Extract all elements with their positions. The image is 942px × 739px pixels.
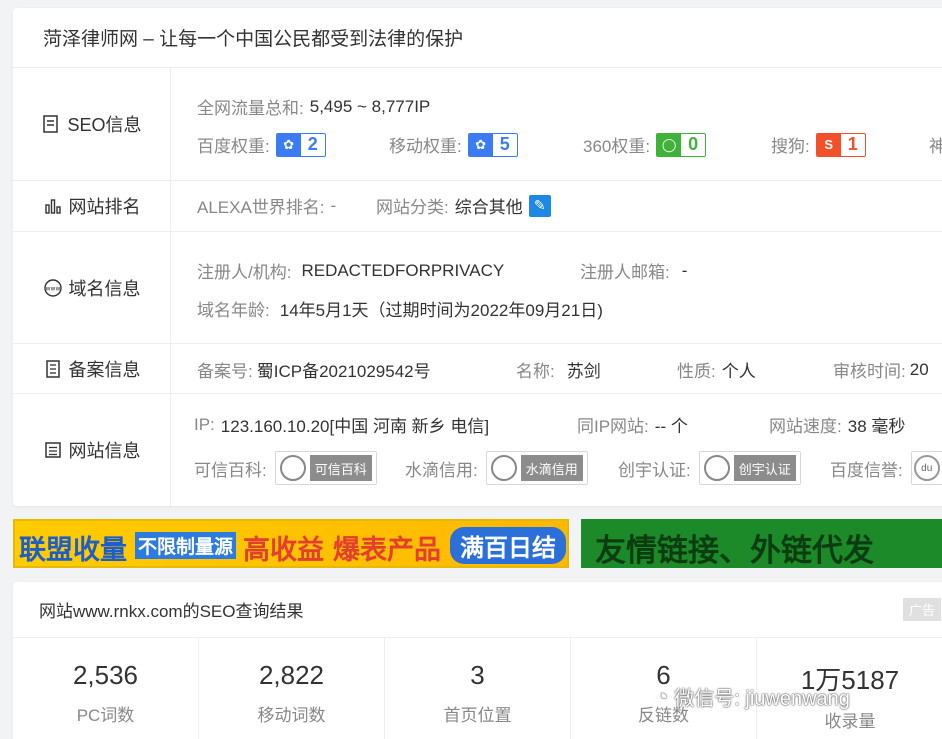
paw-icon: ✿ bbox=[276, 133, 301, 156]
icp-row: 备案信息 备案号: 蜀ICP备2021029542号 名称: 苏剑 性质: 个人… bbox=[13, 344, 942, 394]
domain-age-line: 域名年龄: 14年5月1天（过期时间为2022年09月21日) bbox=[197, 301, 603, 320]
s360-weight-badge[interactable]: ◯ 0 bbox=[656, 132, 707, 157]
wechat-icon: ◔ bbox=[655, 683, 669, 709]
ad-left-text-a: 联盟收量 bbox=[19, 535, 127, 565]
stat-homepage-position[interactable]: 3 首页位置 bbox=[385, 638, 571, 739]
site-info-card: 菏泽律师网 – 让每一个中国公民都受到法律的保护 SEO信息 全网流量总和: 5… bbox=[13, 8, 942, 506]
record-icon bbox=[45, 359, 60, 378]
shield-icon bbox=[279, 455, 306, 481]
mobile-weight-badge[interactable]: ✿ 5 bbox=[467, 132, 518, 157]
site-info-row: 网站信息 IP: 123.160.10.20[中国 河南 新乡 电信] 同IP网… bbox=[13, 394, 942, 506]
results-title: 网站www.rnkx.com的SEO查询结果 bbox=[13, 582, 942, 638]
ad-left-text-d: 爆表产品 bbox=[333, 535, 441, 565]
seo-info-row: SEO信息 全网流量总和: 5,495 ~ 8,777IP 百度权重: ✿ 2 … bbox=[13, 68, 942, 181]
rank-label: 网站排名 bbox=[13, 181, 171, 231]
icp-nature-line: 性质: 个人 bbox=[677, 362, 756, 381]
registrant-line: 注册人/机构: REDACTEDFORPRIVACY bbox=[197, 260, 505, 283]
ad-left-text-e: 满百日结 bbox=[450, 527, 566, 564]
traffic-key: 全网流量总和: bbox=[197, 99, 304, 118]
document-icon bbox=[43, 115, 59, 133]
ad-banner-left[interactable]: 联盟收量 不限制量源 高收益 爆表产品 满百日结 bbox=[13, 519, 569, 568]
shuidi-badge[interactable]: 水滴信用 bbox=[485, 451, 588, 485]
paw-icon: ✿ bbox=[468, 133, 493, 156]
baidu-trust-badge[interactable]: du bbox=[910, 451, 942, 485]
v-check-icon bbox=[703, 455, 730, 481]
chuangyu-badge[interactable]: 创宇认证 bbox=[698, 451, 801, 485]
ip-line: IP: 123.160.10.20[中国 河南 新乡 电信] bbox=[194, 412, 489, 437]
seo-results-card: 网站www.rnkx.com的SEO查询结果 广告 2,536 PC词数 2,8… bbox=[13, 582, 942, 739]
ad-left-text-c: 高收益 bbox=[243, 535, 324, 565]
icp-name-line: 名称: 苏剑 bbox=[516, 362, 601, 381]
ad-banner-right[interactable]: 友情链接、外链代发 bbox=[581, 519, 942, 568]
ip-link[interactable]: 123.160.10.20[中国 河南 新乡 电信] bbox=[221, 412, 489, 437]
edit-icon[interactable]: ✎ bbox=[528, 194, 551, 217]
speed-line: 网站速度: 38 毫秒 bbox=[769, 417, 906, 436]
s360-weight[interactable]: 360权重: ◯ 0 bbox=[583, 132, 707, 157]
rank-row: 网站排名 ALEXA世界排名: - 网站分类: 综合其他 ✎ bbox=[13, 181, 942, 232]
seo-info-label: SEO信息 bbox=[13, 68, 171, 180]
shuidi-line: 水滴信用: 水滴信用 bbox=[405, 451, 588, 485]
svg-text:www: www bbox=[45, 285, 60, 292]
baidu-trust-line: 百度信誉: du bbox=[830, 451, 942, 485]
mobile-weight[interactable]: 移动权重: ✿ 5 bbox=[389, 132, 518, 157]
domain-row: www 域名信息 注册人/机构: REDACTEDFORPRIVACY 注册人邮… bbox=[13, 232, 942, 344]
shenma-weight: 神 bbox=[929, 137, 942, 156]
baidu-weight-badge[interactable]: ✿ 2 bbox=[275, 132, 326, 157]
water-drop-icon bbox=[490, 455, 517, 481]
stat-mobile-words[interactable]: 2,822 移动词数 bbox=[199, 638, 385, 739]
icp-audit-line: 审核时间: 20 bbox=[833, 359, 929, 382]
sogou-weight[interactable]: 搜狗: S 1 bbox=[771, 132, 866, 157]
bar-chart-icon bbox=[44, 199, 61, 214]
baidu-paw-icon: du bbox=[913, 455, 940, 481]
icp-label: 备案信息 bbox=[13, 344, 171, 393]
kexin-line: 可信百科: 可信百科 bbox=[194, 451, 377, 485]
ad-right-text: 友情链接、外链代发 bbox=[595, 533, 874, 568]
icp-number-line: 备案号: 蜀ICP备2021029542号 bbox=[197, 362, 431, 381]
chuangyu-line: 创宇认证: 创宇认证 bbox=[618, 451, 801, 485]
sogou-logo-icon: S bbox=[816, 133, 841, 156]
category-line: 网站分类: 综合其他 ✎ bbox=[376, 193, 551, 218]
alexa-line: ALEXA世界排名: - bbox=[197, 195, 337, 218]
360-logo-icon: ◯ bbox=[657, 133, 682, 156]
wechat-watermark: ◔ 微信号: jiuwenwang bbox=[655, 683, 850, 711]
same-ip-line: 同IP网站: -- 个 bbox=[577, 417, 688, 436]
baidu-weight[interactable]: 百度权重: ✿ 2 bbox=[197, 132, 326, 157]
www-globe-icon: www bbox=[43, 278, 62, 297]
kexin-badge[interactable]: 可信百科 bbox=[274, 451, 377, 485]
ad-tag: 广告 bbox=[902, 598, 941, 621]
domain-label: www 域名信息 bbox=[13, 232, 171, 343]
site-info-label: 网站信息 bbox=[13, 394, 171, 506]
sogou-weight-badge[interactable]: S 1 bbox=[815, 132, 866, 157]
traffic-value: 5,495 ~ 8,777IP bbox=[309, 96, 431, 116]
stat-pc-words[interactable]: 2,536 PC词数 bbox=[13, 638, 199, 739]
traffic-line: 全网流量总和: 5,495 ~ 8,777IP bbox=[197, 94, 430, 119]
page-title: 菏泽律师网 – 让每一个中国公民都受到法律的保护 bbox=[13, 8, 942, 68]
ad-left-text-b: 不限制量源 bbox=[135, 532, 237, 559]
list-icon bbox=[44, 442, 61, 458]
email-line: 注册人邮箱: - bbox=[580, 260, 688, 283]
